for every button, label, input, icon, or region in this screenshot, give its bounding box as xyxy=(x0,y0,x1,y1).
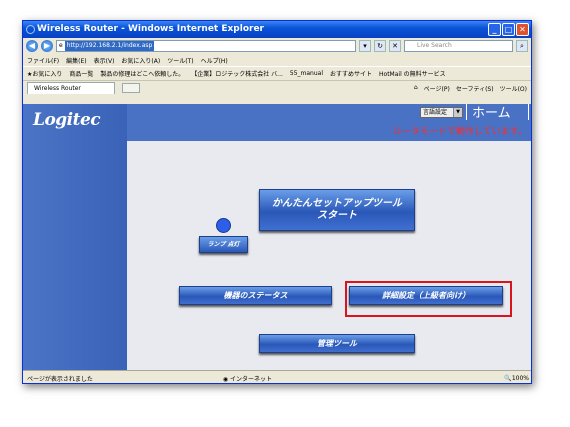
favorites-bar: ★お気に入り 商品一覧 製品の修理はどこへ依頼した。 【企業】ロジテック株式会社… xyxy=(23,66,531,80)
main-area: かんたんセットアップツール スタート ランプ 点灯 機器のステータス 詳細設定（… xyxy=(127,141,531,370)
menu-edit[interactable]: 編集(E) xyxy=(66,56,86,65)
advanced-settings-button[interactable]: 詳細設定（上級者向け） xyxy=(349,286,503,305)
page-icon: e xyxy=(59,42,63,49)
mode-status-text: ルータモードで動作しています。 xyxy=(393,127,527,137)
menu-favorites[interactable]: お気に入り(A) xyxy=(121,56,160,65)
title-bar: Wireless Router - Windows Internet Explo… xyxy=(23,21,531,38)
maximize-button[interactable]: □ xyxy=(502,23,515,36)
refresh-icon[interactable]: ↻ xyxy=(374,40,386,52)
tab-bar: Wireless Router ⌂ ページ(P) セーフティ(S) ツール(O) xyxy=(23,80,531,95)
fav-item[interactable]: 55_manual xyxy=(290,70,323,77)
fav-item[interactable]: 製品の修理はどこへ依頼した。 xyxy=(100,69,184,78)
ie-icon xyxy=(26,25,35,34)
logo: Logitec xyxy=(33,110,101,130)
divider xyxy=(528,104,529,120)
search-icon[interactable]: ⌕ xyxy=(516,40,528,52)
forward-button[interactable]: ▶ xyxy=(41,40,53,52)
tools-menu[interactable]: ツール(O) xyxy=(500,84,527,93)
safety-menu[interactable]: セーフティ(S) xyxy=(456,84,494,93)
lamp-indicator xyxy=(216,218,231,233)
menu-bar: ファイル(F) 編集(E) 表示(V) お気に入り(A) ツール(T) ヘルプ(… xyxy=(23,54,531,66)
minimize-button[interactable]: _ xyxy=(488,23,501,36)
new-tab-button[interactable] xyxy=(122,83,140,93)
fav-item[interactable]: 【企業】ロジテック株式会社 バ... xyxy=(191,69,283,78)
menu-help[interactable]: ヘルプ(H) xyxy=(201,56,228,65)
tab-wireless-router[interactable]: Wireless Router xyxy=(27,82,115,94)
favorites-star-icon[interactable]: ★お気に入り xyxy=(27,69,62,78)
left-panel: Logitec xyxy=(23,104,127,370)
back-button[interactable]: ◀ xyxy=(26,40,38,52)
fav-item[interactable]: おすすめサイト xyxy=(330,69,372,78)
lamp-button[interactable]: ランプ 点灯 xyxy=(199,236,248,253)
address-bar: ◀ ▶ e http://192.168.2.1/index.asp ▾ ↻ ✕ … xyxy=(23,38,531,54)
dropdown-icon[interactable]: ▾ xyxy=(359,40,371,52)
admin-tool-button[interactable]: 管理ツール xyxy=(259,334,415,353)
url-input[interactable]: e http://192.168.2.1/index.asp xyxy=(56,40,356,52)
home-icon[interactable]: ⌂ xyxy=(414,84,418,93)
status-text: ページが表示されました xyxy=(27,375,93,383)
fav-item[interactable]: 商品一覧 xyxy=(69,69,93,78)
status-button[interactable]: 機器のステータス xyxy=(179,286,332,305)
divider xyxy=(466,104,467,120)
chevron-down-icon: ▼ xyxy=(453,108,462,117)
fav-item[interactable]: HotMail の無料サービス xyxy=(379,69,446,78)
close-button[interactable]: ✕ xyxy=(516,23,529,36)
page-content: Logitec 言語設定 ▼ ホーム ルータモードで動作しています。 かんたんセッ… xyxy=(23,104,531,370)
window-title: Wireless Router - Windows Internet Explo… xyxy=(37,24,264,34)
menu-tools[interactable]: ツール(T) xyxy=(167,56,193,65)
page-menu[interactable]: ページ(P) xyxy=(424,84,450,93)
search-input[interactable]: Live Search xyxy=(404,40,513,52)
url-text: http://192.168.2.1/index.asp xyxy=(64,41,155,51)
language-select[interactable]: 言語設定 ▼ xyxy=(420,107,463,118)
menu-view[interactable]: 表示(V) xyxy=(94,56,115,65)
browser-window: Wireless Router - Windows Internet Explo… xyxy=(22,20,532,384)
zone-indicator: ◉ インターネット xyxy=(222,375,273,383)
setup-tool-button[interactable]: かんたんセットアップツール スタート xyxy=(259,189,415,231)
status-bar: ページが表示されました ◉ インターネット 🔍100% xyxy=(23,370,531,383)
zoom-control[interactable]: 🔍100% xyxy=(504,375,529,382)
home-link[interactable]: ホーム xyxy=(472,104,511,121)
stop-icon[interactable]: ✕ xyxy=(389,40,401,52)
menu-file[interactable]: ファイル(F) xyxy=(27,56,59,65)
